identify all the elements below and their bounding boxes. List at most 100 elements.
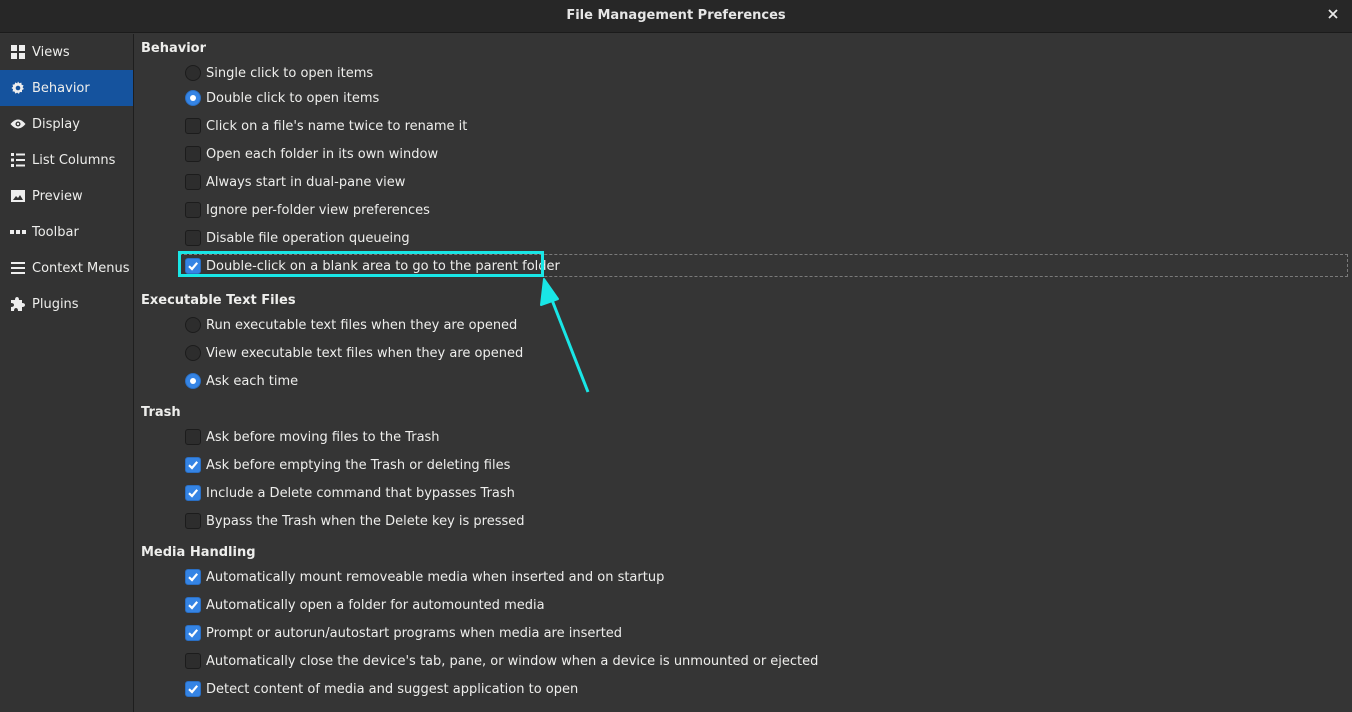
option-disable-queueing[interactable]: Disable file operation queueing <box>185 228 410 248</box>
option-auto-close[interactable]: Automatically close the device's tab, pa… <box>185 651 818 671</box>
sidebar-item-label: Context Menus <box>32 260 130 276</box>
preferences-content: Behavior Single click to open items Doub… <box>135 34 1352 712</box>
sidebar-item-list-columns[interactable]: List Columns <box>0 142 133 178</box>
option-bypass-trash[interactable]: Bypass the Trash when the Delete key is … <box>185 511 525 531</box>
option-run-executable[interactable]: Run executable text files when they are … <box>185 315 517 335</box>
sidebar-item-display[interactable]: Display <box>0 106 133 142</box>
dots-icon <box>10 224 26 240</box>
checkbox[interactable] <box>185 569 201 585</box>
sidebar: Views Behavior Display List Columns Prev… <box>0 34 134 712</box>
checkbox[interactable] <box>185 429 201 445</box>
gear-icon <box>10 80 26 96</box>
sidebar-item-views[interactable]: Views <box>0 34 133 70</box>
radio-button[interactable] <box>185 90 201 106</box>
check-icon <box>188 601 199 610</box>
option-ignore-per-folder[interactable]: Ignore per-folder view preferences <box>185 200 430 220</box>
option-dual-pane[interactable]: Always start in dual-pane view <box>185 172 405 192</box>
option-label: Bypass the Trash when the Delete key is … <box>206 513 525 529</box>
check-icon <box>188 573 199 582</box>
checkbox[interactable] <box>185 230 201 246</box>
option-single-click[interactable]: Single click to open items <box>185 63 373 83</box>
option-detect-content[interactable]: Detect content of media and suggest appl… <box>185 679 578 699</box>
section-title-executable: Executable Text Files <box>141 293 296 308</box>
option-label: View executable text files when they are… <box>206 345 524 361</box>
eye-icon <box>10 116 26 132</box>
check-icon <box>188 629 199 638</box>
option-label: Ask each time <box>206 373 299 389</box>
option-label: Automatically close the device's tab, pa… <box>206 653 819 669</box>
option-label: Single click to open items <box>206 65 374 81</box>
radio-button[interactable] <box>185 65 201 81</box>
sidebar-item-label: Views <box>32 44 70 60</box>
option-autorun[interactable]: Prompt or autorun/autostart programs whe… <box>185 623 622 643</box>
option-label: Always start in dual-pane view <box>206 174 406 190</box>
option-auto-mount[interactable]: Automatically mount removeable media whe… <box>185 567 664 587</box>
section-title-behavior: Behavior <box>141 41 207 56</box>
sidebar-item-label: Preview <box>32 188 83 204</box>
sidebar-item-label: Display <box>32 116 80 132</box>
image-icon <box>10 188 26 204</box>
option-label: Automatically mount removeable media whe… <box>206 569 665 585</box>
sidebar-item-toolbar[interactable]: Toolbar <box>0 214 133 250</box>
option-label: Automatically open a folder for automoun… <box>206 597 545 613</box>
checkbox[interactable] <box>185 174 201 190</box>
title-bar: File Management Preferences <box>0 0 1352 33</box>
sidebar-item-behavior[interactable]: Behavior <box>0 70 133 106</box>
sidebar-item-label: Plugins <box>32 296 79 312</box>
option-label: Double-click on a blank area to go to th… <box>206 258 560 274</box>
checkbox[interactable] <box>185 485 201 501</box>
sidebar-item-preview[interactable]: Preview <box>0 178 133 214</box>
checkbox[interactable] <box>185 513 201 529</box>
option-ask-before-moving[interactable]: Ask before moving files to the Trash <box>185 427 440 447</box>
option-double-click[interactable]: Double click to open items <box>185 88 379 108</box>
section-title-trash: Trash <box>141 405 181 420</box>
option-view-executable[interactable]: View executable text files when they are… <box>185 343 523 363</box>
radio-button[interactable] <box>185 317 201 333</box>
option-label: Ask before moving files to the Trash <box>206 429 440 445</box>
option-label: Prompt or autorun/autostart programs whe… <box>206 625 623 641</box>
option-ask-each-time[interactable]: Ask each time <box>185 371 298 391</box>
sidebar-item-label: List Columns <box>32 152 116 168</box>
puzzle-icon <box>10 296 26 312</box>
check-icon <box>188 685 199 694</box>
grid-icon <box>10 44 26 60</box>
option-label: Disable file operation queueing <box>206 230 410 246</box>
option-auto-open-folder[interactable]: Automatically open a folder for automoun… <box>185 595 545 615</box>
option-own-window[interactable]: Open each folder in its own window <box>185 144 438 164</box>
option-double-click-parent[interactable]: Double-click on a blank area to go to th… <box>185 256 560 276</box>
checkbox[interactable] <box>185 625 201 641</box>
checkbox[interactable] <box>185 146 201 162</box>
checkbox[interactable] <box>185 118 201 134</box>
option-include-delete[interactable]: Include a Delete command that bypasses T… <box>185 483 515 503</box>
option-label: Double click to open items <box>206 90 380 106</box>
option-label: Ask before emptying the Trash or deletin… <box>206 457 511 473</box>
option-rename-twice[interactable]: Click on a file's name twice to rename i… <box>185 116 467 136</box>
checkbox[interactable] <box>185 202 201 218</box>
option-label: Ignore per-folder view preferences <box>206 202 430 218</box>
checkbox[interactable] <box>185 653 201 669</box>
option-label: Include a Delete command that bypasses T… <box>206 485 515 501</box>
close-button[interactable] <box>1324 7 1342 25</box>
option-label: Click on a file's name twice to rename i… <box>206 118 468 134</box>
list-icon <box>10 152 26 168</box>
sidebar-item-context-menus[interactable]: Context Menus <box>0 250 133 286</box>
option-label: Detect content of media and suggest appl… <box>206 681 579 697</box>
option-label: Run executable text files when they are … <box>206 317 518 333</box>
check-icon <box>188 489 199 498</box>
checkbox[interactable] <box>185 457 201 473</box>
check-icon <box>188 461 199 470</box>
check-icon <box>188 262 199 271</box>
checkbox[interactable] <box>185 597 201 613</box>
section-title-media: Media Handling <box>141 545 256 560</box>
option-ask-before-emptying[interactable]: Ask before emptying the Trash or deletin… <box>185 455 510 475</box>
checkbox[interactable] <box>185 258 201 274</box>
window-title: File Management Preferences <box>566 8 786 23</box>
checkbox[interactable] <box>185 681 201 697</box>
sidebar-item-plugins[interactable]: Plugins <box>0 286 133 322</box>
sidebar-item-label: Behavior <box>32 80 90 96</box>
radio-button[interactable] <box>185 345 201 361</box>
option-label: Open each folder in its own window <box>206 146 439 162</box>
sidebar-item-label: Toolbar <box>32 224 79 240</box>
radio-button[interactable] <box>185 373 201 389</box>
close-icon <box>1328 9 1338 19</box>
